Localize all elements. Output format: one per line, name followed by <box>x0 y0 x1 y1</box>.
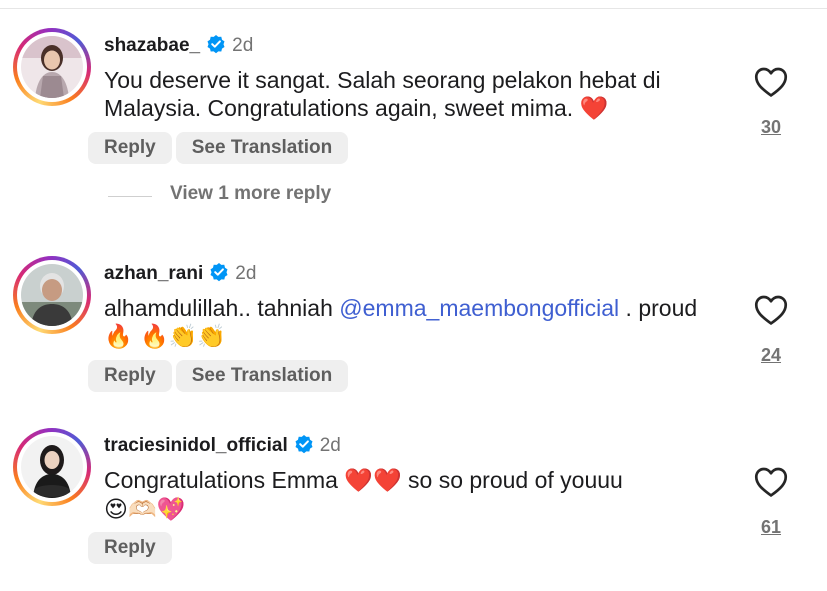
verified-badge-icon <box>209 262 229 288</box>
comment-emoji: 😍🫶🏻💖 <box>104 497 186 523</box>
comment-timestamp: 2d <box>232 35 254 56</box>
comment-actions: Reply <box>88 532 176 564</box>
like-control: 24 <box>752 294 790 365</box>
comment-emoji: ❤️❤️ <box>344 468 402 494</box>
verified-badge-icon <box>206 34 226 60</box>
comment-username[interactable]: shazabae_ 2d <box>104 34 253 60</box>
avatar-story-ring[interactable] <box>13 428 91 506</box>
see-translation-button[interactable]: See Translation <box>175 132 349 164</box>
top-divider <box>0 8 827 9</box>
view-more-replies-label[interactable]: View 1 more reply <box>170 183 331 205</box>
comment-actions: Reply See Translation <box>88 132 352 164</box>
verified-badge-icon <box>294 434 314 460</box>
like-count[interactable]: 30 <box>752 117 790 138</box>
heart-outline-icon[interactable] <box>752 466 790 498</box>
comment-timestamp: 2d <box>235 263 257 284</box>
avatar-story-ring[interactable] <box>13 256 91 334</box>
like-count[interactable]: 24 <box>752 345 790 366</box>
view-more-line <box>108 196 152 197</box>
reply-button[interactable]: Reply <box>88 532 172 564</box>
comment-text: You deserve it sangat. Salah seorang pel… <box>104 67 661 122</box>
comment-timestamp: 2d <box>319 435 341 456</box>
heart-outline-icon[interactable] <box>752 294 790 326</box>
avatar <box>21 36 83 98</box>
comment-emoji: 🔥 🔥👏👏 <box>104 324 226 350</box>
comment-emoji: ❤️ <box>579 96 609 122</box>
avatar <box>21 264 83 326</box>
see-translation-button[interactable]: See Translation <box>175 360 349 392</box>
reply-button[interactable]: Reply <box>88 360 172 392</box>
reply-button[interactable]: Reply <box>88 132 172 164</box>
comment-username[interactable]: azhan_rani 2d <box>104 262 256 288</box>
comment-text: alhamdulillah.. tahniah @emma_maembongof… <box>104 295 698 350</box>
like-count[interactable]: 61 <box>752 517 790 538</box>
comment-actions: Reply See Translation <box>88 360 352 392</box>
heart-outline-icon[interactable] <box>752 66 790 98</box>
like-control: 61 <box>752 466 790 537</box>
like-control: 30 <box>752 66 790 137</box>
avatar <box>21 436 83 498</box>
comment-text: Congratulations Emma ❤️❤️ so so proud of… <box>104 467 623 523</box>
mention-link[interactable]: @emma_maembongofficial <box>339 295 619 321</box>
comment-username[interactable]: traciesinidol_official 2d <box>104 434 341 460</box>
avatar-story-ring[interactable] <box>13 28 91 106</box>
